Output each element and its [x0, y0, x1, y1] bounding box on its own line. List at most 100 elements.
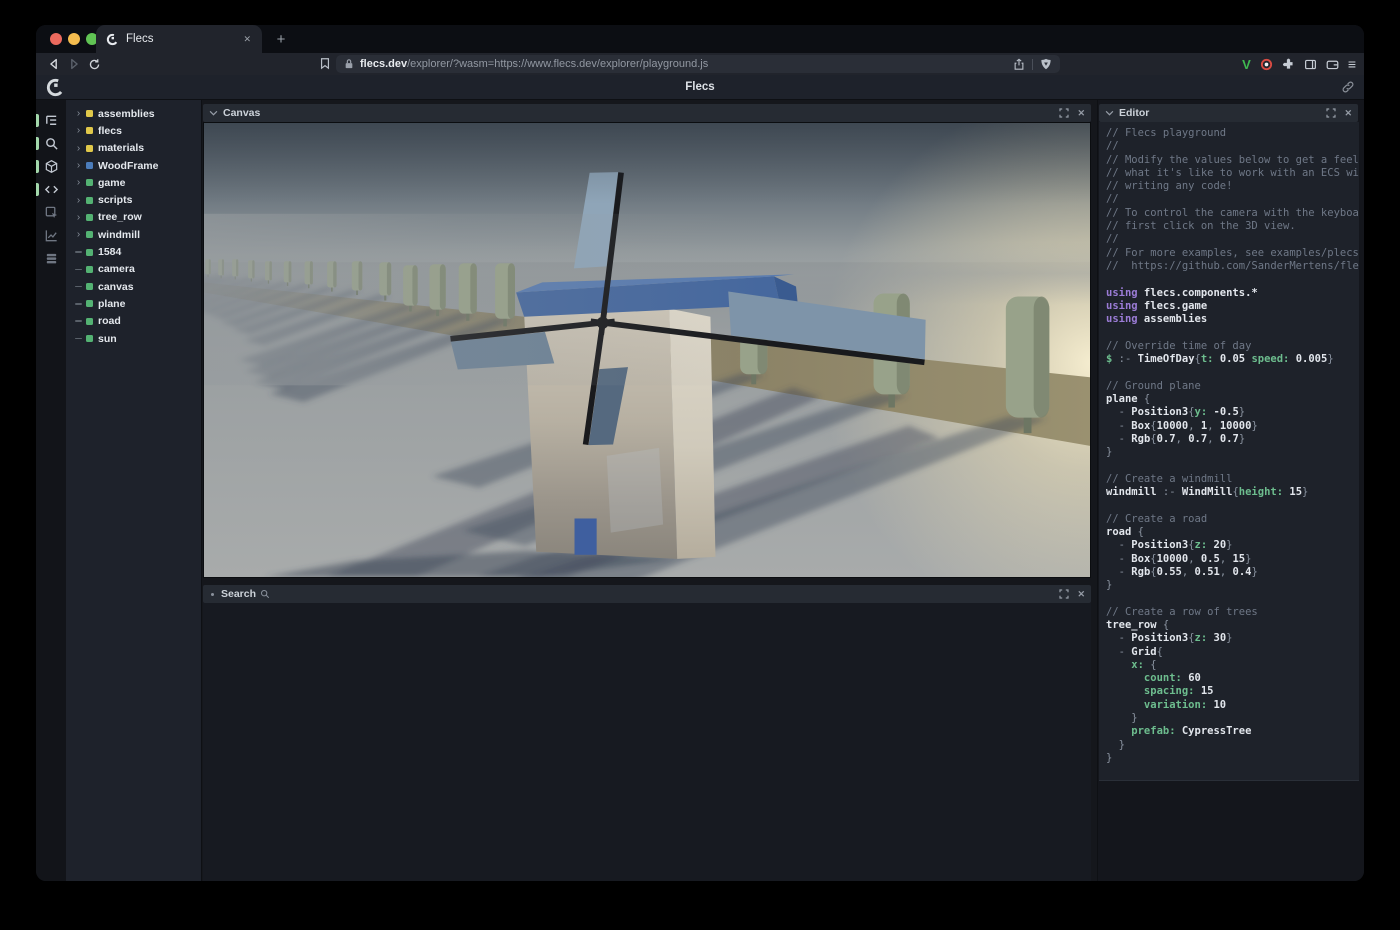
tree-item-assemblies[interactable]: ›assemblies — [66, 105, 201, 122]
editor-panel-header[interactable]: Editor ✕ — [1099, 104, 1358, 122]
back-button[interactable] — [44, 57, 64, 71]
tool-entity-tree-icon[interactable] — [36, 109, 66, 132]
tool-stats-icon[interactable] — [36, 224, 66, 247]
fullscreen-icon[interactable] — [1059, 108, 1069, 118]
expand-chevron-icon[interactable]: › — [73, 212, 84, 223]
fullscreen-icon[interactable] — [1059, 589, 1069, 599]
editor-panel: Editor ✕ // Flecs playground//// Modify … — [1097, 100, 1364, 881]
tool-inspect-icon[interactable] — [36, 201, 66, 224]
chevron-down-icon[interactable] — [209, 110, 218, 116]
vimium-extension-icon[interactable]: V — [1242, 57, 1251, 72]
code-line: // first click on the 3D view. — [1106, 220, 1359, 233]
fullscreen-icon[interactable] — [1326, 108, 1336, 118]
canvas-panel-title: Canvas — [223, 107, 260, 119]
menu-icon[interactable]: ≡ — [1348, 56, 1356, 72]
tab-flecs[interactable]: Flecs ✕ — [96, 25, 262, 53]
tree-item-1584[interactable]: 1584 — [66, 243, 201, 260]
entity-kind-square — [86, 162, 93, 169]
browser-toolbar: flecs.dev/explorer/?wasm=https://www.fle… — [36, 53, 1364, 75]
traffic-minimize-button[interactable] — [68, 33, 80, 45]
entity-kind-square — [86, 283, 93, 290]
editor-panel-title: Editor — [1119, 107, 1149, 119]
tool-search-icon[interactable] — [36, 132, 66, 155]
code-line: // Modify the values below to get a feel… — [1106, 154, 1359, 167]
code-line: // — [1106, 140, 1359, 153]
expand-chevron-icon[interactable]: › — [73, 143, 84, 154]
code-line — [1106, 459, 1359, 472]
url-bar[interactable]: flecs.dev/explorer/?wasm=https://www.fle… — [336, 55, 1060, 73]
new-tab-button[interactable]: + — [270, 28, 292, 50]
tree-item-canvas[interactable]: canvas — [66, 278, 201, 295]
browser-window: Flecs ✕ + flecs.dev/explorer/?wasm=https… — [36, 25, 1364, 881]
tool-scene-icon[interactable] — [36, 155, 66, 178]
code-line: - Position3{y: -0.5} — [1106, 406, 1359, 419]
leaf-dash-icon — [73, 269, 84, 271]
entity-kind-square — [86, 231, 93, 238]
tree-item-label: plane — [98, 298, 125, 310]
close-icon[interactable]: ✕ — [1077, 108, 1085, 119]
tree-item-sun[interactable]: sun — [66, 330, 201, 347]
search-panel-header[interactable]: Search ✕ — [203, 585, 1091, 603]
code-line: - Box{10000, 1, 10000} — [1106, 420, 1359, 433]
code-editor[interactable]: // Flecs playground//// Modify the value… — [1099, 122, 1359, 781]
code-line: // https://github.com/SanderMertens/flec… — [1106, 260, 1359, 273]
search-results-area[interactable] — [203, 603, 1091, 881]
tree-item-flecs[interactable]: ›flecs — [66, 122, 201, 139]
flecs-favicon — [106, 33, 119, 46]
forward-button[interactable] — [64, 57, 84, 71]
inspect-icon — [44, 205, 59, 220]
code-line: // Flecs playground — [1106, 127, 1359, 140]
sidebar-toggle-icon[interactable] — [319, 57, 331, 70]
link-icon[interactable] — [1341, 80, 1355, 94]
tree-item-WoodFrame[interactable]: ›WoodFrame — [66, 157, 201, 174]
tree-item-windmill[interactable]: ›windmill — [66, 226, 201, 243]
expand-chevron-icon[interactable]: › — [73, 229, 84, 240]
tab-close-icon[interactable]: ✕ — [240, 32, 254, 47]
expand-chevron-icon[interactable]: › — [73, 108, 84, 119]
leaf-dash-icon — [73, 286, 84, 288]
expand-chevron-icon[interactable]: › — [73, 160, 84, 171]
wallet-icon[interactable] — [1326, 58, 1339, 71]
tree-item-plane[interactable]: plane — [66, 295, 201, 312]
search-icon — [260, 589, 270, 599]
collapse-dot-icon[interactable] — [211, 593, 214, 596]
tool-log-icon[interactable] — [36, 247, 66, 270]
tree-item-road[interactable]: road — [66, 313, 201, 330]
tree-item-tree_row[interactable]: ›tree_row — [66, 209, 201, 226]
scene-icon — [44, 159, 59, 174]
code-line: } — [1106, 579, 1359, 592]
code-line: } — [1106, 739, 1359, 752]
expand-chevron-icon[interactable]: › — [73, 125, 84, 136]
tree-item-materials[interactable]: ›materials — [66, 140, 201, 157]
tree-item-camera[interactable]: camera — [66, 261, 201, 278]
brave-shield-icon[interactable] — [1040, 58, 1052, 71]
tree-item-scripts[interactable]: ›scripts — [66, 191, 201, 208]
tab-strip: Flecs ✕ + — [36, 25, 1364, 53]
code-icon — [44, 182, 59, 197]
share-icon[interactable] — [1013, 58, 1025, 71]
tree-item-game[interactable]: ›game — [66, 174, 201, 191]
stats-icon — [44, 228, 59, 243]
code-line: spacing: 15 — [1106, 685, 1359, 698]
app-header: Flecs — [36, 75, 1364, 100]
traffic-close-button[interactable] — [50, 33, 62, 45]
close-icon[interactable]: ✕ — [1344, 108, 1352, 119]
code-line: - Rgb{0.7, 0.7, 0.7} — [1106, 433, 1359, 446]
close-icon[interactable]: ✕ — [1077, 589, 1085, 600]
page-title: Flecs — [36, 81, 1364, 93]
code-line — [1106, 499, 1359, 512]
expand-chevron-icon[interactable]: › — [73, 195, 84, 206]
expand-chevron-icon[interactable]: › — [73, 177, 84, 188]
3d-viewport[interactable] — [203, 122, 1091, 578]
entity-kind-square — [86, 214, 93, 221]
side-panel-icon[interactable] — [1304, 58, 1317, 71]
code-line: - Position3{z: 20} — [1106, 539, 1359, 552]
code-line: using assemblies — [1106, 313, 1359, 326]
extensions-puzzle-icon[interactable] — [1282, 58, 1295, 71]
canvas-panel-header[interactable]: Canvas ✕ — [203, 104, 1091, 122]
tool-code-icon[interactable] — [36, 178, 66, 201]
chevron-down-icon[interactable] — [1105, 110, 1114, 116]
record-extension-icon[interactable] — [1260, 58, 1273, 71]
tree-item-label: 1584 — [98, 246, 121, 258]
reload-button[interactable] — [84, 58, 104, 71]
